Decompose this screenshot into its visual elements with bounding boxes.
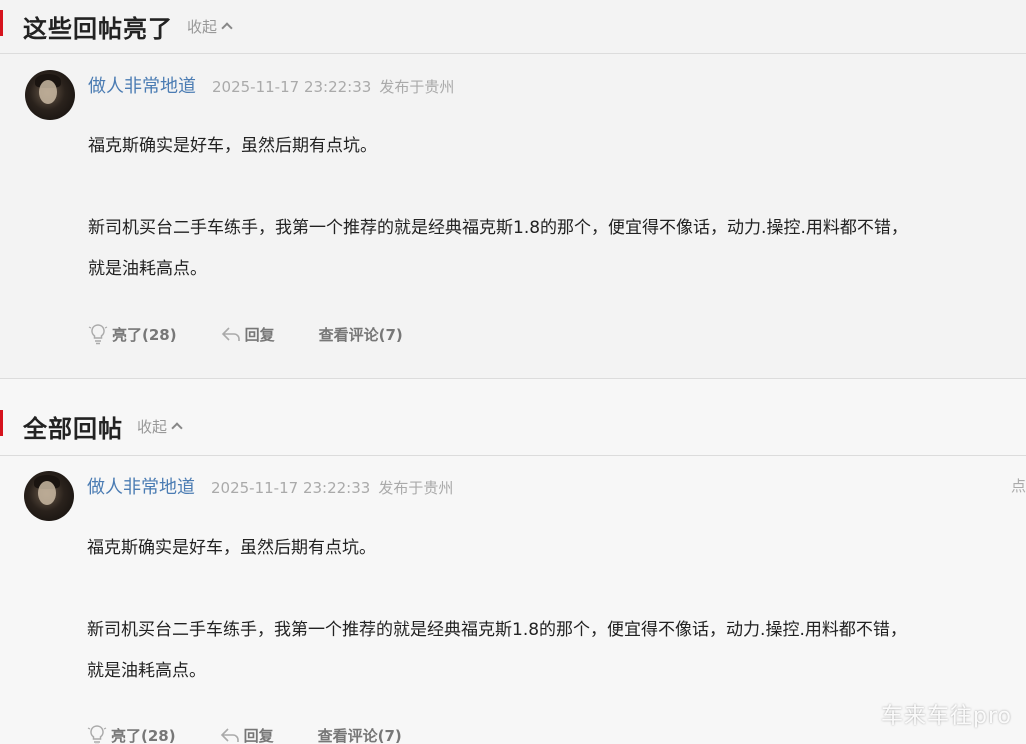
lightbulb-icon — [88, 324, 108, 345]
post-meta: 做人非常地道 2025-11-17 23:22:33 发布于贵州 — [88, 72, 454, 98]
section-title: 这些回帖亮了 — [23, 14, 173, 43]
chevron-up-icon — [171, 422, 183, 434]
highlighted-section-bg — [0, 0, 1026, 378]
post-paragraph: 就是油耗高点。 — [87, 661, 206, 681]
post-actions: 亮了(28) 回复 查看评论(7) — [87, 724, 446, 744]
post-actions: 亮了(28) 回复 查看评论(7) — [88, 323, 447, 345]
divider — [0, 455, 1026, 456]
reply-button[interactable]: 回复 — [221, 324, 275, 345]
post-paragraph: 福克斯确实是好车，虽然后期有点坑。 — [88, 136, 377, 156]
lightbulb-icon — [87, 725, 107, 744]
username-link[interactable]: 做人非常地道 — [88, 72, 196, 98]
post-location: 发布于贵州 — [379, 78, 455, 96]
reply-icon — [220, 728, 239, 742]
section-title: 全部回帖 — [23, 414, 123, 443]
reply-label: 回复 — [244, 325, 275, 344]
collapse-label: 收起 — [137, 417, 168, 436]
view-comments-button[interactable]: 查看评论(7) — [318, 725, 402, 744]
post-paragraph: 新司机买台二手车练手，我第一个推荐的就是经典福克斯1.8的那个，便宜得不像话，动… — [87, 620, 907, 640]
divider — [0, 378, 1026, 379]
like-label: 亮了(28) — [111, 726, 176, 744]
post-corner-text: 点 — [1010, 477, 1026, 495]
reply-icon — [221, 327, 240, 341]
highlighted-section-header: 这些回帖亮了 收起 — [0, 0, 1026, 52]
view-comments-button[interactable]: 查看评论(7) — [319, 324, 403, 345]
like-label: 亮了(28) — [112, 325, 177, 344]
collapse-label: 收起 — [187, 17, 218, 36]
reply-button[interactable]: 回复 — [220, 725, 274, 744]
reply-label: 回复 — [243, 726, 274, 744]
view-comments-label: 查看评论(7) — [318, 325, 403, 344]
post-paragraph: 就是油耗高点。 — [88, 259, 207, 279]
username-link[interactable]: 做人非常地道 — [87, 473, 195, 499]
divider — [0, 53, 1026, 54]
post-meta: 做人非常地道 2025-11-17 23:22:33 发布于贵州 — [87, 473, 453, 499]
like-button[interactable]: 亮了(28) — [88, 323, 177, 345]
post-time: 2025-11-17 23:22:33 — [212, 78, 372, 96]
view-comments-label: 查看评论(7) — [317, 726, 402, 744]
all-section-header: 全部回帖 收起 — [0, 400, 1026, 452]
chevron-up-icon — [221, 22, 233, 34]
post-paragraph: 新司机买台二手车练手，我第一个推荐的就是经典福克斯1.8的那个，便宜得不像话，动… — [88, 218, 908, 238]
post-paragraph: 福克斯确实是好车，虽然后期有点坑。 — [87, 538, 376, 558]
like-button[interactable]: 亮了(28) — [87, 724, 176, 744]
avatar[interactable] — [25, 70, 75, 120]
avatar[interactable] — [24, 471, 74, 521]
section-accent-bar — [0, 410, 3, 436]
post-location: 发布于贵州 — [378, 479, 454, 497]
collapse-button[interactable]: 收起 — [137, 416, 183, 437]
post-time: 2025-11-17 23:22:33 — [211, 479, 371, 497]
watermark: 车来车往pro — [881, 704, 1012, 729]
section-accent-bar — [0, 10, 3, 36]
collapse-button[interactable]: 收起 — [187, 16, 233, 37]
